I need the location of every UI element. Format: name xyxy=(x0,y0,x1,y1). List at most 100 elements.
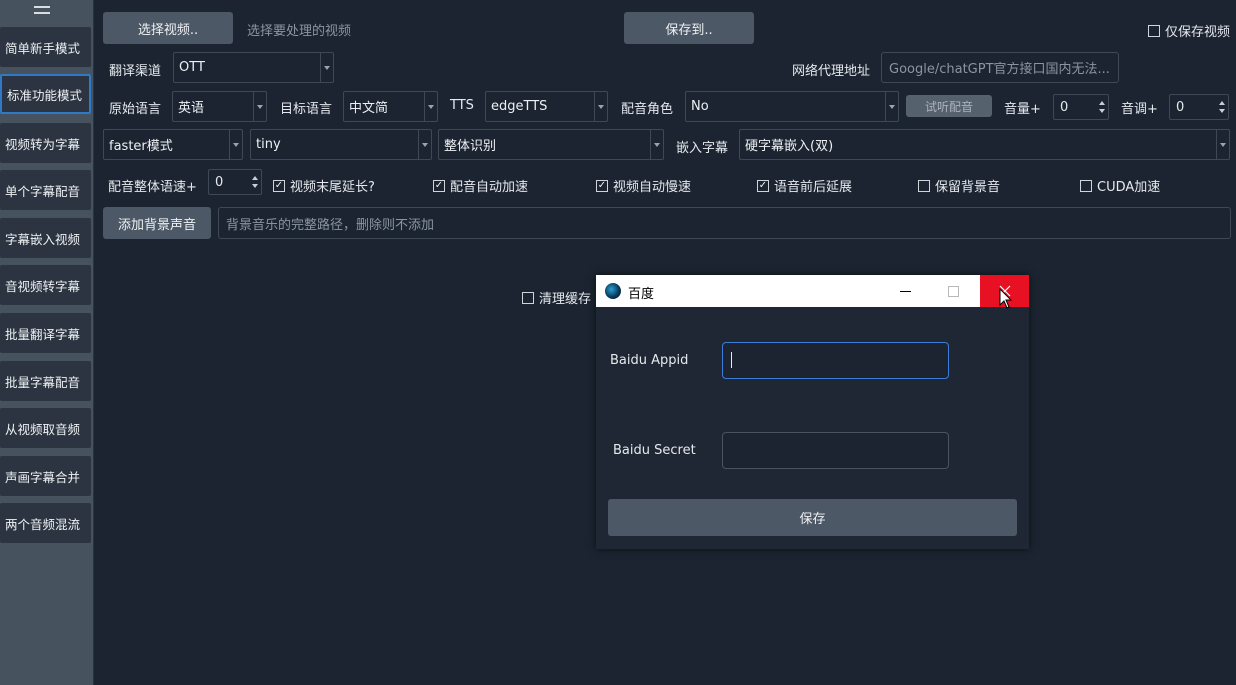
embed-subtitle-label: 嵌入字幕 xyxy=(676,141,729,156)
sidebar-item-extract-audio[interactable]: 从视频取音频 xyxy=(0,408,91,448)
chevron-down-icon xyxy=(320,53,333,82)
recognition-select[interactable]: 整体识别 xyxy=(438,129,664,160)
chevron-down-icon xyxy=(418,130,431,159)
secret-input[interactable] xyxy=(722,432,949,469)
tts-select[interactable]: edgeTTS xyxy=(485,91,608,122)
chevron-down-icon xyxy=(885,92,898,121)
dialog-title: 百度 xyxy=(628,287,655,302)
app-icon xyxy=(605,283,621,299)
proxy-input[interactable]: Google/chatGPT官方接口国内无法... xyxy=(881,52,1119,83)
dialog-titlebar[interactable]: 百度 xyxy=(596,275,1029,307)
voice-role-label: 配音角色 xyxy=(621,102,674,117)
video-extend-checkbox[interactable]: ✓ 视频末尾延长? xyxy=(273,176,375,195)
secret-label: Baidu Secret xyxy=(613,443,696,458)
spin-arrows[interactable] xyxy=(1096,95,1108,119)
spin-arrows[interactable] xyxy=(249,170,261,194)
auto-speedup-checkbox[interactable]: ✓ 配音自动加速 xyxy=(433,176,528,195)
sidebar-item-single-dubbing[interactable]: 单个字幕配音 xyxy=(0,170,91,210)
spin-arrows[interactable] xyxy=(1216,95,1228,119)
text-caret xyxy=(731,352,732,368)
check-icon[interactable]: ✓ xyxy=(757,179,769,192)
checkbox-box[interactable] xyxy=(522,291,534,304)
only-save-video-label: 仅保存视频 xyxy=(1165,25,1231,40)
source-language-label: 原始语言 xyxy=(109,102,162,117)
proxy-label: 网络代理地址 xyxy=(792,64,871,79)
mouse-cursor-icon xyxy=(999,288,1013,309)
model-value: tiny xyxy=(256,137,281,152)
cuda-checkbox[interactable]: CUDA加速 xyxy=(1080,176,1160,195)
translate-channel-value: OTT xyxy=(179,60,205,75)
translate-channel-select[interactable]: OTT xyxy=(173,52,334,83)
chevron-down-icon xyxy=(229,130,242,159)
checkbox-box[interactable] xyxy=(918,179,930,192)
chevron-down-icon xyxy=(253,92,266,121)
embed-subtitle-value: 硬字幕嵌入(双) xyxy=(745,139,834,154)
tts-value: edgeTTS xyxy=(491,99,548,114)
clear-cache-checkbox[interactable]: 清理缓存 xyxy=(522,288,591,307)
preview-dubbing-button[interactable]: 试听配音 xyxy=(906,95,992,117)
voice-extend-checkbox[interactable]: ✓ 语音前后延展 xyxy=(757,176,852,195)
chevron-down-icon xyxy=(650,130,663,159)
appid-label: Baidu Appid xyxy=(610,353,689,368)
check-icon[interactable]: ✓ xyxy=(433,179,445,192)
pitch-spinbox[interactable]: 0 xyxy=(1169,94,1229,120)
volume-value: 0 xyxy=(1060,99,1069,115)
only-save-video-checkbox[interactable]: 仅保存视频 xyxy=(1148,21,1230,40)
check-icon[interactable]: ✓ xyxy=(273,179,285,192)
save-to-button[interactable]: 保存到.. xyxy=(624,12,754,44)
voice-role-select[interactable]: No xyxy=(685,91,899,122)
speech-rate-value: 0 xyxy=(215,174,224,190)
baidu-dialog: 百度 Baidu Appid Baidu Secret 保存 xyxy=(596,275,1029,549)
menu-icon[interactable] xyxy=(34,6,50,14)
dialog-save-button[interactable]: 保存 xyxy=(608,499,1017,536)
sidebar-item-standard-mode[interactable]: 标准功能模式 xyxy=(0,74,91,114)
source-language-select[interactable]: 英语 xyxy=(172,91,267,122)
sidebar-item-merge-av-sub[interactable]: 声画字幕合并 xyxy=(0,456,91,496)
voice-role-value: No xyxy=(691,99,709,114)
clear-cache-label: 清理缓存 xyxy=(539,292,592,307)
mode-value: faster模式 xyxy=(109,139,173,154)
sidebar-item-embed-subtitle[interactable]: 字幕嵌入视频 xyxy=(0,218,91,258)
sidebar-item-av-to-subtitle[interactable]: 音视频转字幕 xyxy=(0,265,91,305)
sidebar-item-batch-dubbing[interactable]: 批量字幕配音 xyxy=(0,361,91,401)
model-select[interactable]: tiny xyxy=(250,129,432,160)
auto-slowdown-label: 视频自动慢速 xyxy=(613,180,692,195)
speech-rate-spinbox[interactable]: 0 xyxy=(208,169,262,195)
chevron-down-icon xyxy=(1216,130,1229,159)
background-audio-path-input[interactable]: 背景音乐的完整路径，删除则不添加 xyxy=(218,207,1231,239)
check-icon[interactable]: ✓ xyxy=(596,179,608,192)
checkbox-box[interactable] xyxy=(1148,24,1160,37)
sidebar-item-batch-translate[interactable]: 批量翻译字幕 xyxy=(0,313,91,353)
voice-extend-label: 语音前后延展 xyxy=(774,180,853,195)
video-extend-label: 视频末尾延长? xyxy=(290,180,375,195)
keep-background-label: 保留背景音 xyxy=(935,180,1001,195)
add-background-audio-button[interactable]: 添加背景声音 xyxy=(103,207,211,239)
sidebar: 简单新手模式 标准功能模式 视频转为字幕 单个字幕配音 字幕嵌入视频 音视频转字… xyxy=(0,0,94,685)
volume-label: 音量+ xyxy=(1004,102,1041,117)
tts-label: TTS xyxy=(450,98,474,113)
sidebar-item-video-to-subtitle[interactable]: 视频转为字幕 xyxy=(0,123,91,163)
target-language-label: 目标语言 xyxy=(280,102,333,117)
mode-select[interactable]: faster模式 xyxy=(103,129,243,160)
minimize-button[interactable] xyxy=(884,275,926,307)
sidebar-item-mix-audio[interactable]: 两个音频混流 xyxy=(0,503,91,543)
target-language-select[interactable]: 中文简 xyxy=(343,91,438,122)
speech-rate-label: 配音整体语速+ xyxy=(108,180,197,195)
select-video-hint: 选择要处理的视频 xyxy=(247,24,352,39)
appid-input[interactable] xyxy=(722,342,949,379)
auto-slowdown-checkbox[interactable]: ✓ 视频自动慢速 xyxy=(596,176,691,195)
chevron-down-icon xyxy=(424,92,437,121)
volume-spinbox[interactable]: 0 xyxy=(1053,94,1109,120)
keep-background-checkbox[interactable]: 保留背景音 xyxy=(918,176,1000,195)
source-language-value: 英语 xyxy=(178,101,205,116)
embed-subtitle-select[interactable]: 硬字幕嵌入(双) xyxy=(739,129,1230,160)
select-video-button[interactable]: 选择视频.. xyxy=(103,12,233,44)
translate-channel-label: 翻译渠道 xyxy=(109,64,162,79)
auto-speedup-label: 配音自动加速 xyxy=(450,180,529,195)
cuda-label: CUDA加速 xyxy=(1097,180,1161,195)
chevron-down-icon xyxy=(594,92,607,121)
sidebar-item-simple-mode[interactable]: 简单新手模式 xyxy=(0,27,91,67)
checkbox-box[interactable] xyxy=(1080,179,1092,192)
maximize-button[interactable] xyxy=(932,275,974,307)
pitch-value: 0 xyxy=(1176,99,1185,115)
